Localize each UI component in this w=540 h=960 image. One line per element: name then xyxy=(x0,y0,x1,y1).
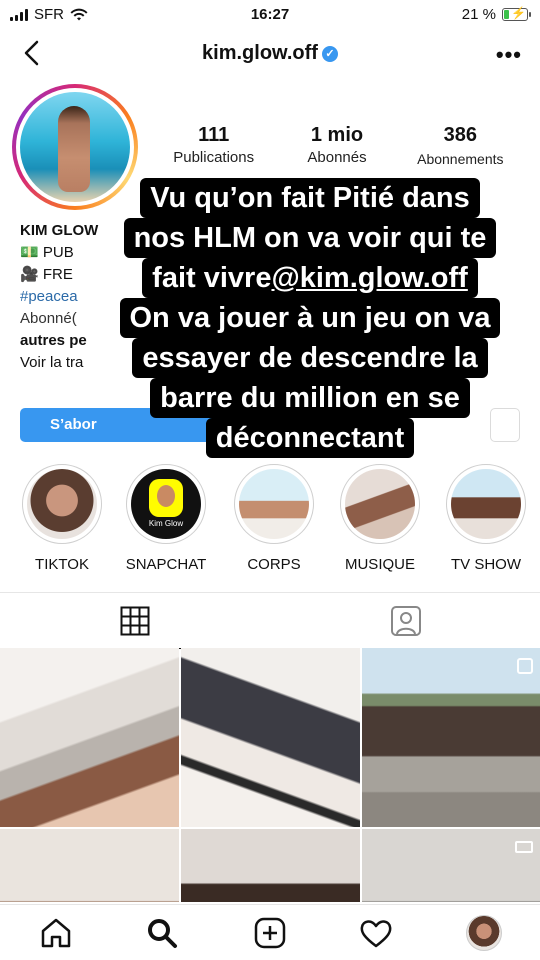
caption-line: On va jouer à un jeu on va xyxy=(119,298,501,338)
highlight-cover xyxy=(239,469,309,539)
caption-line: barre du million en se xyxy=(150,378,470,418)
status-bar: SFR 16:27 21 % ⚡ xyxy=(0,0,540,30)
carousel-icon xyxy=(517,658,533,674)
highlight-corps[interactable]: CORPS xyxy=(232,464,316,573)
battery-percent: 21 % xyxy=(461,6,496,23)
highlight-cover: Kim Glow xyxy=(131,469,201,539)
caption-line: déconnectant xyxy=(205,418,415,458)
caption-mention[interactable]: @kim.glow.off xyxy=(271,260,467,296)
highlight-cover xyxy=(27,469,97,539)
posts-grid xyxy=(0,648,540,902)
money-emoji-icon: 💵 xyxy=(20,244,39,261)
highlight-cover xyxy=(451,469,521,539)
post-thumbnail[interactable] xyxy=(362,829,540,902)
highlight-tv-show[interactable]: TV SHOW xyxy=(444,464,528,573)
more-horizontal-icon[interactable]: ••• xyxy=(496,42,522,68)
post-thumbnail[interactable] xyxy=(181,648,360,827)
caption-line: essayer de descendre la xyxy=(132,338,488,378)
post-thumbnail[interactable] xyxy=(0,829,179,902)
verified-badge-icon: ✓ xyxy=(321,46,338,62)
caption-line: Vu qu’on fait Pitié dans xyxy=(140,178,480,218)
tab-tagged[interactable] xyxy=(270,593,540,649)
stat-followers[interactable]: 1 mio Abonnés xyxy=(275,124,398,167)
profile-stats: 111 Publications 1 mio Abonnés 386 Abonn… xyxy=(152,124,522,167)
highlight-snapchat[interactable]: Kim Glow SNAPCHAT xyxy=(124,464,208,573)
stat-posts[interactable]: 111 Publications xyxy=(152,124,275,167)
highlight-musique[interactable]: MUSIQUE xyxy=(338,464,422,573)
clock: 16:27 xyxy=(250,6,290,23)
profile-avatar-icon[interactable] xyxy=(466,915,502,951)
stat-following[interactable]: 386 Abonnements xyxy=(399,124,522,167)
post-thumbnail[interactable] xyxy=(0,648,179,827)
highlight-tiktok[interactable]: TIKTOK xyxy=(20,464,104,573)
post-thumbnail[interactable] xyxy=(362,648,540,827)
add-post-icon[interactable] xyxy=(252,915,288,951)
story-highlights: TIKTOK Kim Glow SNAPCHAT CORPS MUSIQUE T… xyxy=(0,464,540,574)
story-caption-overlay: Vu qu’on fait Pitié dans nos HLM on va v… xyxy=(100,178,520,458)
highlight-cover xyxy=(345,469,415,539)
bottom-navigation xyxy=(0,904,540,960)
profile-header-bar: kim.glow.off ✓ ••• xyxy=(0,30,540,78)
heart-icon[interactable] xyxy=(358,915,394,951)
grid-icon xyxy=(120,606,150,636)
home-icon[interactable] xyxy=(38,915,74,951)
post-thumbnail[interactable] xyxy=(181,829,360,902)
search-icon[interactable] xyxy=(144,915,180,951)
video-icon xyxy=(515,841,533,853)
caption-line: fait vivre xyxy=(152,262,272,294)
tagged-user-icon xyxy=(391,606,421,636)
caption-line: nos HLM on va voir qui te xyxy=(123,218,497,258)
profile-username: kim.glow.off xyxy=(202,42,318,64)
battery-icon: ⚡ xyxy=(502,6,531,21)
profile-tabs xyxy=(0,592,540,649)
tab-posts-grid[interactable] xyxy=(0,593,270,649)
camera-emoji-icon: 🎥 xyxy=(20,266,39,283)
